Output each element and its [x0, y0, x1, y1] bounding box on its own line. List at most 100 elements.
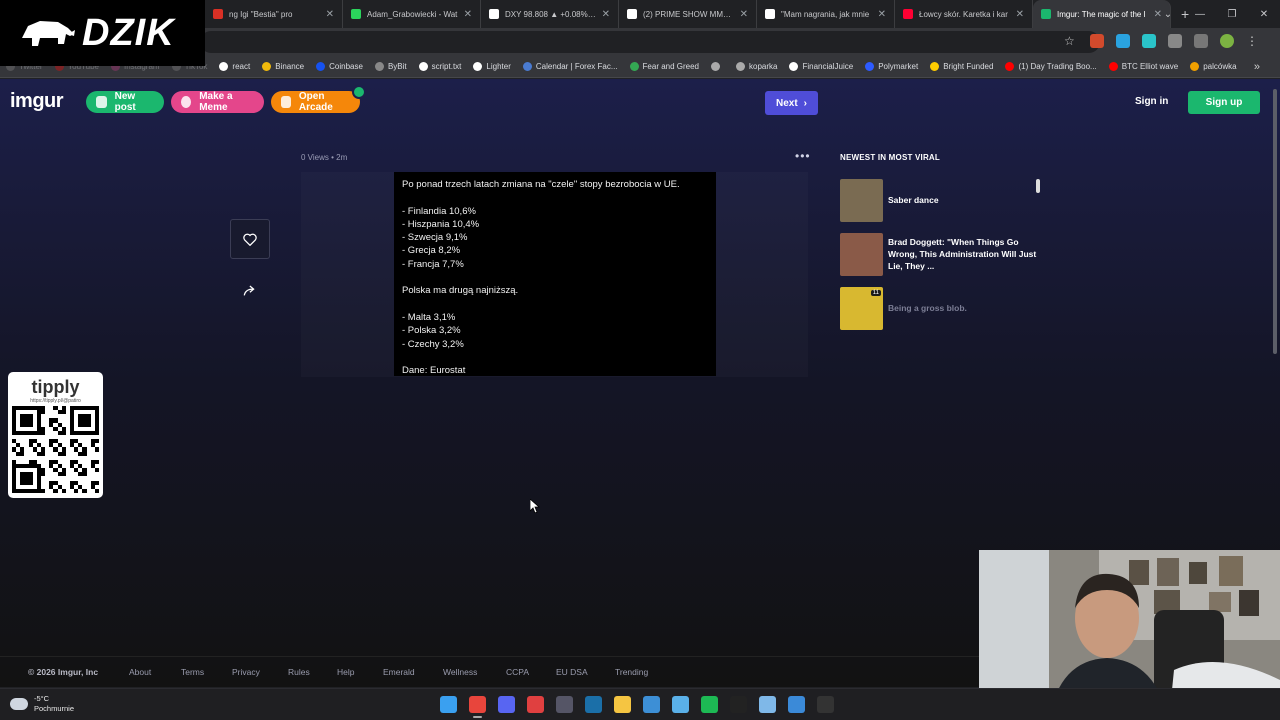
- more-bookmarks-button[interactable]: »: [1254, 61, 1260, 73]
- viral-item[interactable]: 11 Being a gross blob.: [840, 285, 1040, 331]
- footer-link[interactable]: EU DSA: [556, 667, 588, 677]
- next-button[interactable]: Next ›: [765, 91, 818, 115]
- share-button[interactable]: [230, 271, 270, 311]
- browser-tab[interactable]: DXY 98.808 ▲ +0.08% Be ✕: [481, 0, 619, 28]
- viral-item[interactable]: Brad Doggett: "When Things Go Wrong, Thi…: [840, 231, 1040, 277]
- steam-icon[interactable]: [585, 696, 602, 713]
- tab-close-icon[interactable]: ✕: [878, 9, 886, 20]
- tab-search-icon[interactable]: ⌄: [1152, 9, 1184, 20]
- terminal-icon[interactable]: [817, 696, 834, 713]
- footer-link[interactable]: Wellness: [443, 667, 477, 677]
- bookmark-item[interactable]: [711, 62, 724, 71]
- footer-link[interactable]: Privacy: [232, 667, 260, 677]
- spotify-icon[interactable]: [701, 696, 718, 713]
- sign-in-link[interactable]: Sign in: [1135, 96, 1168, 107]
- bookmark-label: Bright Funded: [943, 62, 994, 71]
- footer-link[interactable]: Rules: [288, 667, 310, 677]
- ccleaner-icon[interactable]: [643, 696, 660, 713]
- bookmark-item[interactable]: react: [219, 62, 250, 71]
- discord-icon[interactable]: [498, 696, 515, 713]
- extensions-puzzle-icon[interactable]: [1168, 34, 1182, 48]
- footer-link[interactable]: Help: [337, 667, 354, 677]
- post-text-line: - Szwecja 9,1%: [402, 232, 468, 244]
- heart-icon: [243, 233, 257, 246]
- obs-icon[interactable]: [556, 696, 573, 713]
- bookmark-item[interactable]: ByBit: [374, 62, 407, 71]
- photos-icon[interactable]: [788, 696, 805, 713]
- viral-item[interactable]: Saber dance: [840, 177, 1040, 223]
- tab-close-icon[interactable]: ✕: [602, 9, 610, 20]
- weather-widget[interactable]: -5°C Pochmurnie: [10, 694, 74, 714]
- post-text-line: Dane: Eurostat: [402, 365, 466, 377]
- extension-icon[interactable]: [1142, 34, 1156, 48]
- browser-tab[interactable]: ng Igi "Bestia" pro ✕: [205, 0, 343, 28]
- menu-dots-icon[interactable]: ⋮: [1246, 34, 1260, 48]
- post-image[interactable]: Po ponad trzech latach zmiana na "czele"…: [394, 172, 716, 376]
- tab-close-icon[interactable]: ✕: [464, 9, 472, 20]
- more-options-icon[interactable]: •••: [795, 149, 811, 163]
- new-post-button[interactable]: New post: [86, 91, 164, 113]
- bookmark-item[interactable]: Binance: [262, 62, 304, 71]
- meme-icon: [181, 96, 192, 108]
- browser-tab[interactable]: Adam_Grabowiecki - Wat ✕: [343, 0, 481, 28]
- share-arrow-icon: [243, 285, 255, 296]
- maximize-button[interactable]: ❐: [1216, 9, 1248, 20]
- bookmark-star-icon[interactable]: ☆: [1064, 34, 1078, 48]
- post-meta: 0 Views • 2m: [301, 153, 348, 162]
- bookmark-label: react: [232, 62, 251, 71]
- bookmark-item[interactable]: Fear and Greed: [629, 62, 699, 71]
- explorer-icon[interactable]: [614, 696, 631, 713]
- address-bar[interactable]: [200, 31, 1100, 53]
- minimize-button[interactable]: —: [1184, 9, 1216, 20]
- tab-close-icon[interactable]: ✕: [326, 9, 334, 20]
- footer-link[interactable]: CCPA: [506, 667, 529, 677]
- browser-tab[interactable]: (2) PRIME SHOW MMA or ✕: [619, 0, 757, 28]
- bookmark-item[interactable]: Calendar | Forex Fac...: [522, 62, 618, 71]
- footer-link[interactable]: Emerald: [383, 667, 415, 677]
- browser-tab[interactable]: Imgur: The magic of the I ✕: [1033, 0, 1171, 28]
- browser-tab[interactable]: Łowcy skór. Karetka i kar ✕: [895, 0, 1033, 28]
- scrollbar-thumb[interactable]: [1273, 89, 1277, 354]
- tab-close-icon[interactable]: ✕: [1016, 9, 1024, 20]
- close-window-button[interactable]: ✕: [1248, 9, 1280, 20]
- tab-favicon-icon: [627, 9, 637, 19]
- tab-close-icon[interactable]: ✕: [740, 9, 748, 20]
- bookmark-item[interactable]: Polymarket: [865, 62, 918, 71]
- favorite-button[interactable]: [230, 219, 270, 259]
- bookmark-item[interactable]: (1) Day Trading Boo...: [1005, 62, 1097, 71]
- app-black-icon[interactable]: [730, 696, 747, 713]
- viral-thumbnail: 11: [840, 286, 883, 330]
- menu-list-icon[interactable]: [1194, 34, 1208, 48]
- open-arcade-button[interactable]: Open Arcade: [271, 85, 366, 113]
- profile-avatar[interactable]: [1220, 34, 1234, 48]
- footer-link[interactable]: Terms: [181, 667, 204, 677]
- bookmark-item[interactable]: koparka: [736, 62, 777, 71]
- bookmark-item[interactable]: Bright Funded: [930, 62, 993, 71]
- app-tools-icon[interactable]: [672, 696, 689, 713]
- weather-desc: Pochmurnie: [34, 704, 75, 713]
- imgur-logo[interactable]: imgur: [10, 90, 64, 113]
- extension-icon[interactable]: [1116, 34, 1130, 48]
- windows-start-icon[interactable]: [440, 696, 457, 713]
- footer-link[interactable]: About: [129, 667, 151, 677]
- bookmark-item[interactable]: script.txt: [418, 62, 461, 71]
- bookmark-item[interactable]: FinancialJuice: [789, 62, 853, 71]
- tab-favicon-icon: [351, 9, 361, 19]
- bookmark-item[interactable]: Lighter: [473, 62, 511, 71]
- sign-up-button[interactable]: Sign up: [1188, 91, 1260, 114]
- footer-link[interactable]: Trending: [615, 667, 648, 677]
- bookmark-item[interactable]: BTC Elliot wave: [1108, 62, 1178, 71]
- chrome-icon[interactable]: [469, 696, 486, 718]
- notepad-icon[interactable]: [759, 696, 776, 713]
- viral-thumbnail: [840, 232, 883, 276]
- bookmark-favicon-icon: [865, 62, 875, 71]
- viral-scrollbar[interactable]: [1036, 179, 1040, 193]
- browser-tab[interactable]: "Mam nagrania, jak mnie ✕: [757, 0, 895, 28]
- bookmark-item[interactable]: palcówka: [1190, 62, 1237, 71]
- app-red-icon[interactable]: [527, 696, 544, 713]
- qr-code: [12, 406, 99, 493]
- make-meme-button[interactable]: Make a Meme: [171, 91, 264, 113]
- extension-icon[interactable]: [1090, 34, 1104, 48]
- bookmark-label: Coinbase: [329, 62, 363, 71]
- bookmark-item[interactable]: Coinbase: [316, 62, 363, 71]
